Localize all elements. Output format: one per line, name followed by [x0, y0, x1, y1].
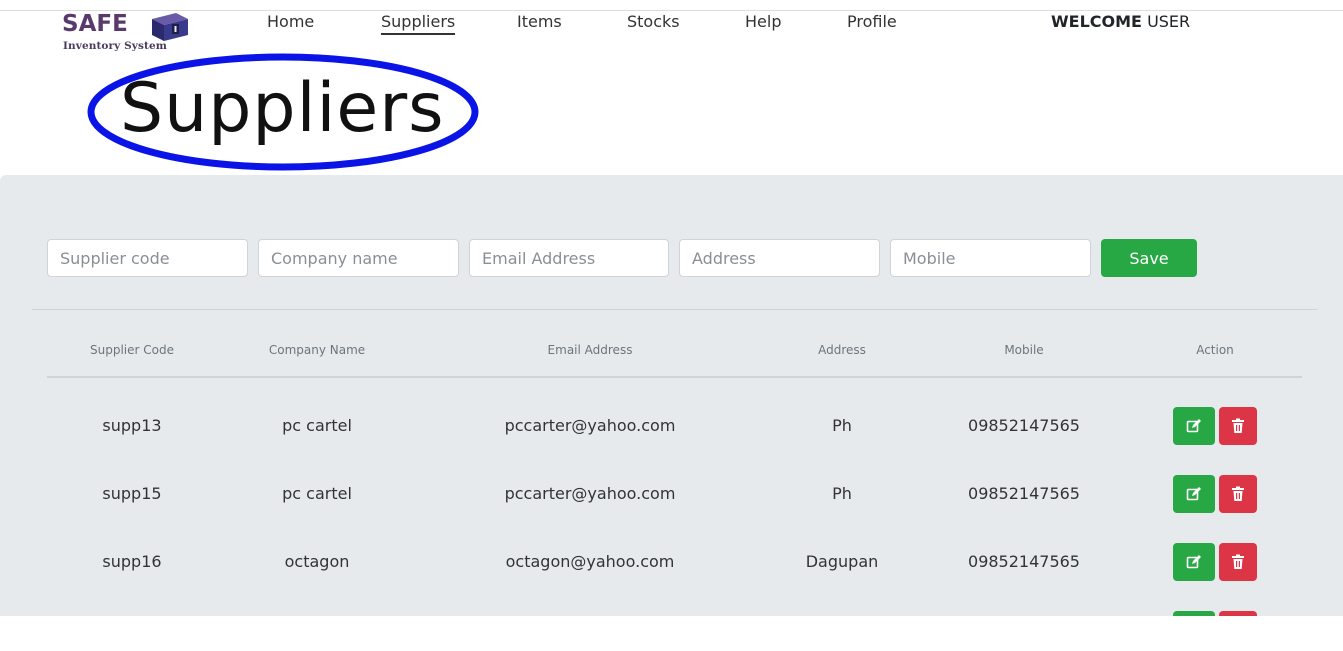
nav-home[interactable]: Home: [267, 12, 314, 31]
cell-address: Ph: [832, 484, 852, 503]
table-row-partial: [0, 611, 1343, 651]
suppliers-panel: Save Supplier Code Company Name Email Ad…: [0, 175, 1343, 616]
header-mobile: Mobile: [1004, 343, 1044, 357]
trash-icon: [1232, 418, 1244, 433]
save-button[interactable]: Save: [1101, 239, 1197, 277]
delete-button[interactable]: [1219, 543, 1257, 581]
edit-button[interactable]: [1173, 475, 1215, 513]
delete-button[interactable]: [1219, 475, 1257, 513]
edit-button[interactable]: [1173, 611, 1215, 616]
header-email-address: Email Address: [547, 343, 633, 357]
brand-logo[interactable]: SAFE Inventory System: [62, 11, 192, 55]
welcome-message: WELCOME USER: [1051, 12, 1190, 31]
form-divider: [32, 309, 1317, 310]
edit-icon: [1186, 487, 1201, 501]
company-name-input[interactable]: [258, 239, 459, 277]
cell-email-address: pccarter@yahoo.com: [504, 416, 676, 435]
welcome-label: WELCOME: [1051, 12, 1142, 31]
cell-mobile: 09852147565: [968, 552, 1080, 571]
trash-icon: [1232, 554, 1244, 569]
cell-email-address: pccarter@yahoo.com: [504, 484, 676, 503]
cell-address: Ph: [832, 416, 852, 435]
address-input[interactable]: [679, 239, 880, 277]
header-address: Address: [818, 343, 866, 357]
cell-address: Dagupan: [805, 552, 879, 571]
nav-profile[interactable]: Profile: [847, 12, 897, 31]
trash-icon: [1232, 486, 1244, 501]
nav-help[interactable]: Help: [745, 12, 781, 31]
welcome-user: USER: [1147, 12, 1191, 31]
brand-subtitle: Inventory System: [63, 40, 167, 52]
safe-box-icon: [152, 13, 188, 41]
top-border-line: [0, 10, 1343, 11]
mobile-input[interactable]: [890, 239, 1091, 277]
cell-company-name: pc cartel: [282, 484, 352, 503]
page-title-area: Suppliers: [86, 52, 482, 174]
table-row: supp15 pc cartel pccarter@yahoo.com Ph 0…: [0, 475, 1343, 515]
nav-suppliers[interactable]: Suppliers: [381, 12, 456, 35]
table-row: supp13 pc cartel pccarter@yahoo.com Ph 0…: [0, 407, 1343, 447]
header-company-name: Company Name: [268, 343, 366, 357]
header-action: Action: [1196, 343, 1234, 357]
cell-supplier-code: supp16: [102, 552, 162, 571]
nav-stocks[interactable]: Stocks: [627, 12, 680, 31]
header-supplier-code: Supplier Code: [90, 343, 174, 357]
cell-supplier-code: supp15: [102, 484, 162, 503]
delete-button[interactable]: [1219, 407, 1257, 445]
delete-button[interactable]: [1219, 611, 1257, 616]
edit-button[interactable]: [1173, 407, 1215, 445]
table-row: supp16 octagon octagon@yahoo.com Dagupan…: [0, 543, 1343, 583]
cell-email-address: octagon@yahoo.com: [505, 552, 675, 571]
edit-icon: [1186, 419, 1201, 433]
cell-company-name: pc cartel: [282, 416, 352, 435]
cell-supplier-code: supp13: [102, 416, 162, 435]
cell-company-name: octagon: [284, 552, 350, 571]
nav-items[interactable]: Items: [517, 12, 562, 31]
cell-mobile: 09852147565: [968, 416, 1080, 435]
table-header-line: [47, 376, 1302, 378]
page-title: Suppliers: [120, 69, 445, 148]
supplier-code-input[interactable]: [47, 239, 248, 277]
cell-mobile: 09852147565: [968, 484, 1080, 503]
edit-button[interactable]: [1173, 543, 1215, 581]
edit-icon: [1186, 555, 1201, 569]
brand-name: SAFE: [62, 11, 128, 37]
email-address-input[interactable]: [469, 239, 669, 277]
